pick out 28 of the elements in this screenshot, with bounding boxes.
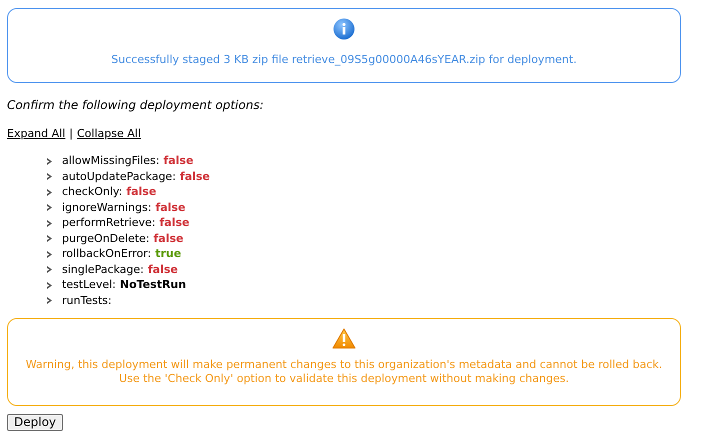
collapse-all-link[interactable]: Collapse All [77, 126, 141, 142]
warning-icon [332, 328, 356, 348]
option-name: checkOnly: [62, 184, 122, 200]
option-name: allowMissingFiles: [62, 153, 160, 169]
info-message: Successfully staged 3 KB zip file retrieve_09S5g00000A46sYEAR.zip for deployment. [111, 52, 577, 68]
separator: | [69, 126, 73, 142]
option-value: false [163, 153, 194, 169]
option-name: ignoreWarnings: [62, 200, 152, 216]
info-icon [333, 18, 355, 40]
option-value: false [159, 215, 190, 231]
option-value: false [180, 168, 210, 184]
option-value: false [154, 230, 184, 246]
option-value: false [126, 184, 156, 200]
option-value: true [155, 246, 182, 262]
option-name: purgeOnDelete: [62, 230, 150, 246]
warning-message: Warning, this deployment will make permanent changes to this organization's metadata and cannot be rolled back. Use the 'Check Only' option to validate this deployment without making changes. [24, 358, 664, 386]
option-value: false [148, 262, 178, 278]
option-name: testLevel: [62, 277, 116, 293]
option-name: performRetrieve: [62, 215, 156, 231]
option-value: false [155, 200, 186, 216]
option-name: rollbackOnError: [62, 246, 152, 262]
option-name: singlePackage: [62, 262, 144, 278]
deploy-button[interactable]: Deploy [7, 414, 64, 430]
prompt-text: Confirm the following deployment options: [7, 97, 265, 114]
option-name: runTests: [62, 292, 112, 308]
option-name: autoUpdatePackage: [62, 168, 176, 184]
expand-all-link[interactable]: Expand All [7, 126, 66, 142]
option-value: NoTestRun [120, 277, 186, 293]
